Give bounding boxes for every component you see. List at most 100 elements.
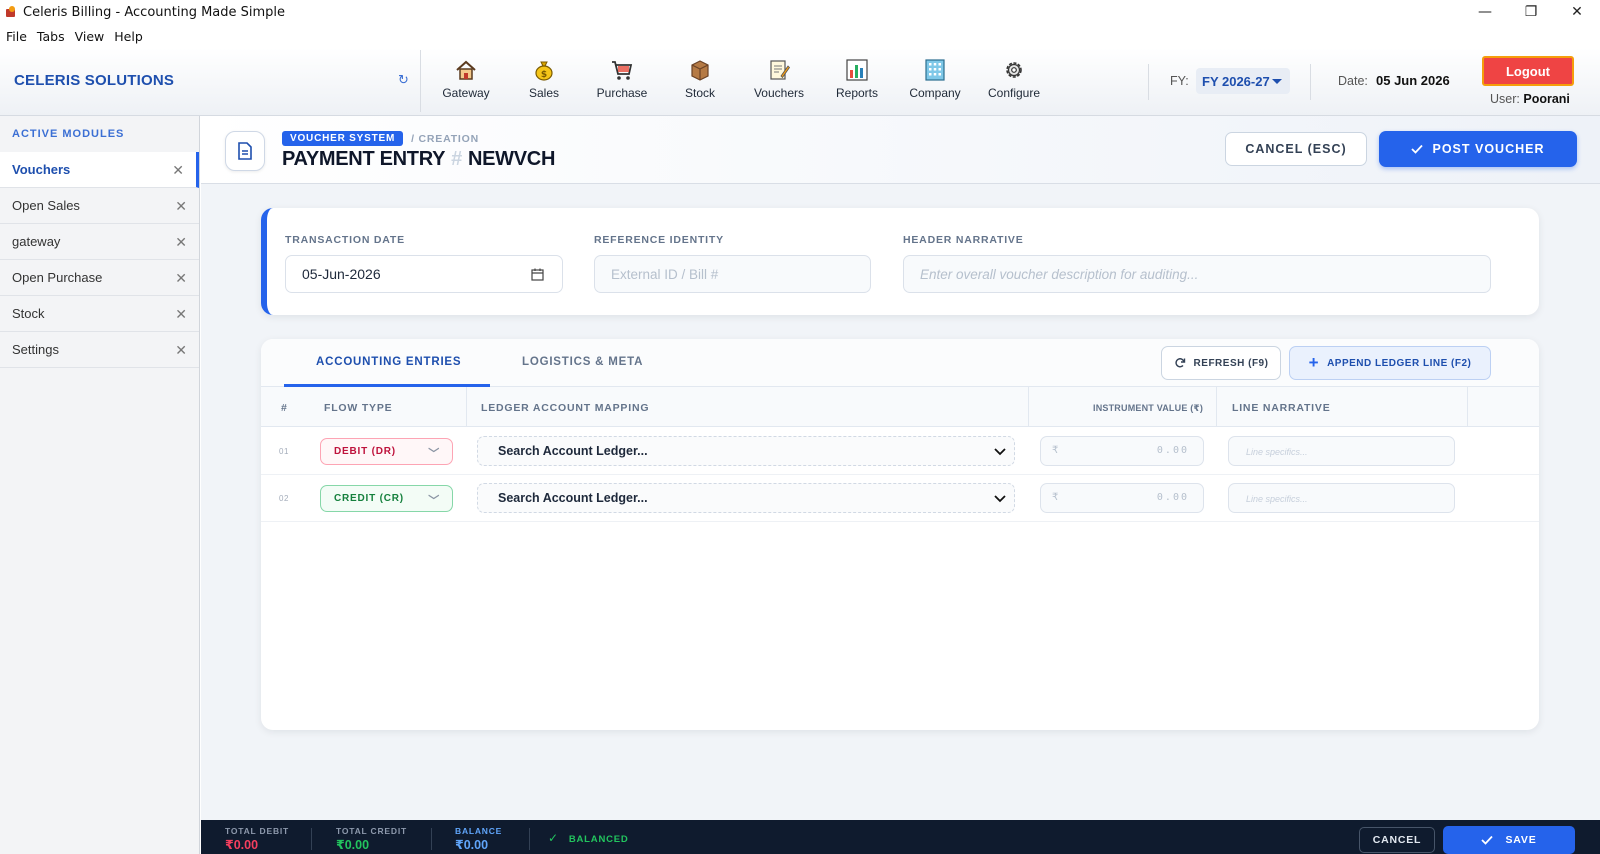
sidebar-item-vouchers[interactable]: Vouchers ✕ xyxy=(0,152,199,188)
voucher-header-card: TRANSACTION DATE 05-Jun-2026 REFERENCE I… xyxy=(261,208,1539,315)
ledger-account-select[interactable]: Search Account Ledger... xyxy=(477,436,1015,466)
nav-company[interactable]: Company xyxy=(900,58,970,100)
logout-button[interactable]: Logout xyxy=(1482,56,1574,86)
flow-type-select[interactable]: DEBIT (DR) ﹀ xyxy=(320,438,453,465)
close-icon[interactable]: ✕ xyxy=(175,306,187,323)
column-divider xyxy=(466,387,467,427)
nav-gateway[interactable]: Gateway xyxy=(431,58,501,100)
window-titlebar: Celeris Billing - Accounting Made Simple… xyxy=(0,0,1600,24)
rupee-icon: ₹ xyxy=(1052,492,1059,503)
chevron-down-icon xyxy=(994,495,1006,503)
append-ledger-line-button[interactable]: + APPEND LEDGER LINE (F2) xyxy=(1289,346,1491,380)
total-credit-label: TOTAL CREDIT xyxy=(336,826,407,836)
balanced-status: ✓ BALANCED xyxy=(548,831,629,845)
fy-select[interactable]: FY 2026-27 xyxy=(1196,68,1290,94)
table-row: 01 DEBIT (DR) ﹀ Search Account Ledger...… xyxy=(261,428,1539,475)
line-narrative-input[interactable]: Line specifics... xyxy=(1228,483,1455,513)
bar-chart-icon xyxy=(846,59,868,81)
nav-reports[interactable]: Reports xyxy=(822,58,892,100)
menu-view[interactable]: View xyxy=(75,29,105,44)
sidebar-item-label: Open Purchase xyxy=(12,270,103,285)
sidebar-item-open-sales[interactable]: Open Sales ✕ xyxy=(0,188,199,224)
nav-label: Sales xyxy=(528,86,560,100)
menu-help[interactable]: Help xyxy=(114,29,143,44)
minimize-button[interactable]: — xyxy=(1462,0,1508,24)
row-number: 02 xyxy=(279,494,289,503)
instrument-value-input[interactable]: ₹ 0.00 xyxy=(1040,483,1204,513)
divider xyxy=(1310,64,1311,100)
divider xyxy=(431,828,432,850)
refresh-icon[interactable]: ↻ xyxy=(398,72,409,88)
close-icon[interactable]: ✕ xyxy=(172,162,184,179)
memo-icon xyxy=(770,60,791,80)
nav-configure[interactable]: Configure xyxy=(979,58,1049,100)
reference-identity-label: REFERENCE IDENTITY xyxy=(594,234,724,246)
footer-cancel-button[interactable]: CANCEL xyxy=(1359,827,1435,853)
nav-sales[interactable]: $ Sales xyxy=(509,58,579,100)
sidebar-item-open-purchase[interactable]: Open Purchase ✕ xyxy=(0,260,199,296)
total-credit-value: ₹0.00 xyxy=(336,838,370,852)
sidebar-item-settings[interactable]: Settings ✕ xyxy=(0,332,199,368)
menu-tabs[interactable]: Tabs xyxy=(37,29,65,44)
house-icon xyxy=(456,60,476,80)
close-window-button[interactable]: ✕ xyxy=(1554,0,1600,24)
column-divider xyxy=(1467,387,1468,427)
window-controls: — ❐ ✕ xyxy=(1462,0,1600,24)
flow-type-value: DEBIT (DR) xyxy=(334,446,396,457)
divider xyxy=(1148,64,1149,100)
cancel-button[interactable]: CANCEL (ESC) xyxy=(1225,132,1367,166)
transaction-date-value: 05-Jun-2026 xyxy=(302,266,381,282)
calendar-icon[interactable] xyxy=(531,268,544,281)
total-debit: TOTAL DEBIT ₹0.00 xyxy=(225,826,289,852)
close-icon[interactable]: ✕ xyxy=(175,198,187,215)
nav-label: Company xyxy=(909,86,961,100)
close-icon[interactable]: ✕ xyxy=(175,342,187,359)
menu-file[interactable]: File xyxy=(6,29,27,44)
amount-placeholder: 0.00 xyxy=(1156,492,1189,503)
nav-label: Purchase xyxy=(596,86,648,100)
reference-identity-input[interactable]: External ID / Bill # xyxy=(594,255,871,293)
nav-label: Vouchers xyxy=(753,86,805,100)
nav-vouchers[interactable]: Vouchers xyxy=(744,58,814,100)
balanced-status-text: BALANCED xyxy=(568,834,629,845)
nav-label: Gateway xyxy=(442,86,490,100)
close-icon[interactable]: ✕ xyxy=(175,270,187,287)
col-line-narrative: LINE NARRATIVE xyxy=(1232,402,1331,414)
top-toolbar: CELERIS SOLUTIONS ↻ Gateway $ Sales Purc… xyxy=(0,48,1600,116)
balance-value: ₹0.00 xyxy=(455,838,489,852)
total-debit-value: ₹0.00 xyxy=(225,838,259,852)
header-narrative-input[interactable]: Enter overall voucher description for au… xyxy=(903,255,1491,293)
nav-label: Stock xyxy=(684,86,715,100)
sidebar-item-label: gateway xyxy=(12,234,61,249)
line-narrative-input[interactable]: Line specifics... xyxy=(1228,436,1455,466)
sidebar-item-gateway[interactable]: gateway ✕ xyxy=(0,224,199,260)
refresh-button[interactable]: REFRESH (F9) xyxy=(1161,346,1281,380)
transaction-date-input[interactable]: 05-Jun-2026 xyxy=(285,255,563,293)
close-icon[interactable]: ✕ xyxy=(175,234,187,251)
instrument-value-input[interactable]: ₹ 0.00 xyxy=(1040,436,1204,466)
entries-card: ACCOUNTING ENTRIES LOGISTICS & META REFR… xyxy=(261,339,1539,730)
ledger-account-select[interactable]: Search Account Ledger... xyxy=(477,483,1015,513)
save-button[interactable]: SAVE xyxy=(1443,826,1575,854)
sidebar-item-stock[interactable]: Stock ✕ xyxy=(0,296,199,332)
chevron-down-icon: ﹀ xyxy=(428,448,440,460)
check-icon: ✓ xyxy=(548,831,559,845)
nav-purchase[interactable]: Purchase xyxy=(587,58,657,100)
tab-logistics-meta[interactable]: LOGISTICS & META xyxy=(522,356,643,368)
post-voucher-button[interactable]: POST VOUCHER xyxy=(1379,131,1577,167)
flow-type-select[interactable]: CREDIT (CR) ﹀ xyxy=(320,485,453,512)
box-icon xyxy=(691,60,709,81)
nav-stock[interactable]: Stock xyxy=(665,58,735,100)
main-content: VOUCHER SYSTEM / CREATION PAYMENT ENTRY #… xyxy=(201,116,1600,820)
transaction-date-label: TRANSACTION DATE xyxy=(285,234,405,246)
col-ledger-account: LEDGER ACCOUNT MAPPING xyxy=(481,402,650,414)
tab-accounting-entries[interactable]: ACCOUNTING ENTRIES xyxy=(316,356,461,368)
voucher-number: NEWVCH xyxy=(468,148,556,170)
page-header: VOUCHER SYSTEM / CREATION PAYMENT ENTRY #… xyxy=(201,116,1600,184)
amount-placeholder: 0.00 xyxy=(1156,445,1189,456)
column-divider xyxy=(1216,387,1217,427)
row-number: 01 xyxy=(279,447,289,456)
col-flow-type: FLOW TYPE xyxy=(324,402,393,414)
user-name: Poorani xyxy=(1523,92,1570,106)
restore-button[interactable]: ❐ xyxy=(1508,0,1554,24)
